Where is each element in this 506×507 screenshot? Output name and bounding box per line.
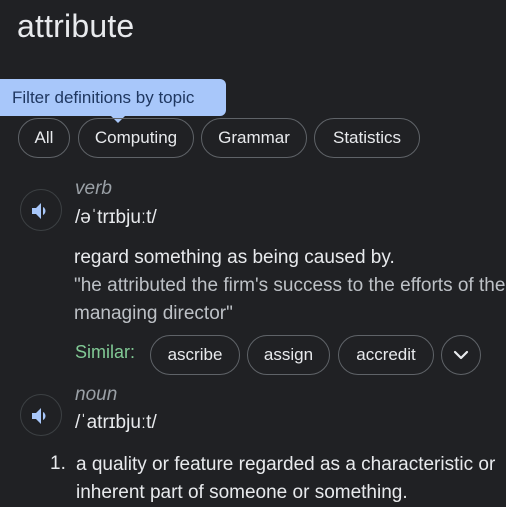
definition-verb: regard something as being caused by. xyxy=(74,247,395,268)
topic-chip-all[interactable]: All xyxy=(18,118,70,158)
part-of-speech-noun: noun xyxy=(75,384,118,405)
topic-chip-grammar[interactable]: Grammar xyxy=(201,118,307,158)
more-synonyms-button[interactable] xyxy=(441,335,481,375)
example-verb: "he attributed the firm's success to the… xyxy=(74,275,506,324)
play-pronunciation-verb-button[interactable] xyxy=(20,189,62,231)
filter-tooltip: Filter definitions by topic xyxy=(0,79,226,116)
sense-number: 1. xyxy=(50,453,66,474)
definition-noun: a quality or feature regarded as a chara… xyxy=(76,454,496,503)
topic-chip-computing[interactable]: Computing xyxy=(78,118,194,158)
play-pronunciation-noun-button[interactable] xyxy=(20,394,62,436)
synonym-ascribe[interactable]: ascribe xyxy=(150,335,240,375)
headword: attribute xyxy=(17,8,135,44)
chevron-down-icon xyxy=(453,350,469,360)
pronunciation-noun: /ˈatrɪbjuːt/ xyxy=(75,412,157,433)
topic-chip-statistics[interactable]: Statistics xyxy=(314,118,420,158)
part-of-speech-verb: verb xyxy=(75,178,112,199)
volume-icon xyxy=(32,203,46,219)
volume-icon xyxy=(32,408,46,424)
synonym-accredit[interactable]: accredit xyxy=(338,335,434,375)
pronunciation-verb: /əˈtrɪbjuːt/ xyxy=(75,207,157,228)
synonym-assign[interactable]: assign xyxy=(247,335,330,375)
similar-label: Similar: xyxy=(75,342,136,362)
